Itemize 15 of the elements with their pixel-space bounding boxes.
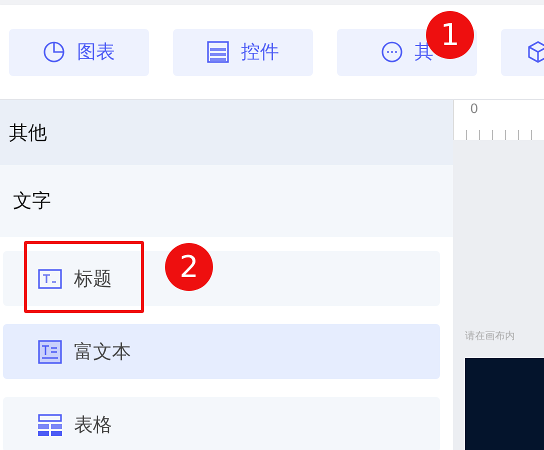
rich-text-icon bbox=[38, 340, 62, 364]
group-title: 文字 bbox=[13, 189, 51, 214]
more-icon bbox=[380, 41, 402, 63]
component-item[interactable]: 富文本 bbox=[3, 324, 440, 379]
cube-icon bbox=[527, 41, 544, 63]
canvas-hint: 请在画布内 bbox=[465, 330, 516, 344]
text-icon bbox=[38, 268, 62, 288]
toolbar-button[interactable]: 控件 bbox=[173, 28, 313, 76]
toolbar-button[interactable]: 图表 bbox=[9, 28, 149, 76]
form-icon bbox=[207, 41, 229, 63]
component-item[interactable]: 表格 bbox=[3, 397, 440, 450]
panel-title: 其他 bbox=[9, 120, 47, 146]
ruler: 0 bbox=[453, 100, 544, 140]
pie-chart-icon bbox=[43, 41, 65, 63]
table-icon bbox=[38, 414, 62, 436]
